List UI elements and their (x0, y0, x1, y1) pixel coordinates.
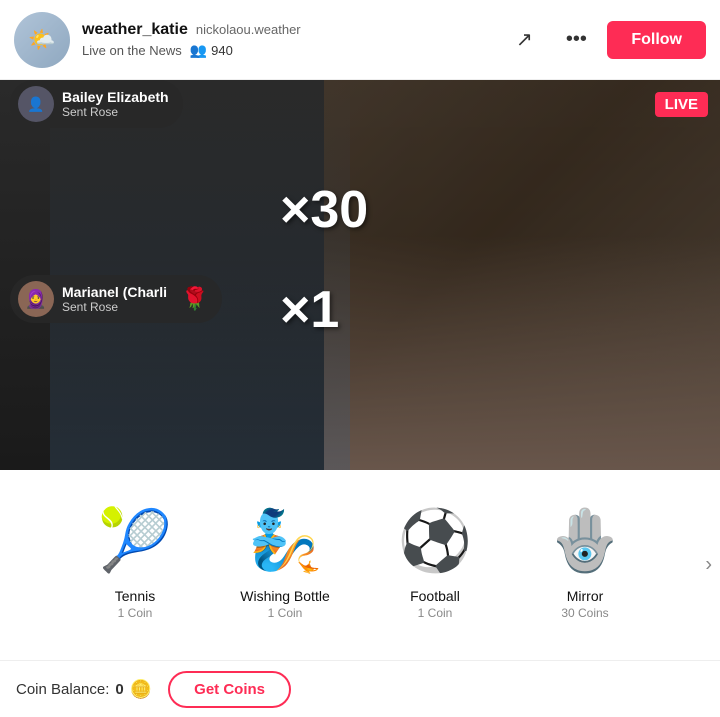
header-info: weather_katie nickolaou.weather Live on … (82, 21, 503, 59)
share-button[interactable]: ↗ (503, 19, 545, 61)
gift-icon-1: 🧞 (245, 500, 325, 580)
gift-item-1[interactable]: 🧞 Wishing Bottle 1 Coin (210, 490, 360, 630)
gift-panel: 🎾 Tennis 1 Coin 🧞 Wishing Bottle 1 Coin … (0, 470, 720, 660)
people-icon: 👥 (190, 42, 207, 59)
live-status: Live on the News (82, 43, 182, 58)
gift-cost-2: 1 Coin (418, 606, 453, 620)
gift-icon-3: 🪬 (545, 500, 625, 580)
notif2-name: Marianel (Charli (62, 284, 167, 300)
gift-cost-3: 30 Coins (561, 606, 608, 620)
username: weather_katie (82, 21, 188, 39)
gift-name-1: Wishing Bottle (240, 588, 329, 604)
gift-name-3: Mirror (567, 588, 604, 604)
viewer-count: 👥 940 (190, 42, 233, 59)
multiplier-30: ×30 (280, 180, 368, 240)
gift-notification-1: 👤 Bailey Elizabeth Sent Rose (10, 80, 183, 128)
header-actions: ↗ ••• Follow (503, 19, 706, 61)
notif2-action: Sent Rose (62, 300, 167, 314)
gift-cost-0: 1 Coin (118, 606, 153, 620)
more-button[interactable]: ••• (555, 19, 597, 61)
gift-items: 🎾 Tennis 1 Coin 🧞 Wishing Bottle 1 Coin … (10, 490, 710, 630)
notif1-name: Bailey Elizabeth (62, 89, 169, 105)
share-icon: ↗ (516, 27, 533, 52)
live-badge: LIVE (655, 92, 708, 117)
avatar: 🌤️ (14, 12, 70, 68)
stream-container: LIVE 👤 Bailey Elizabeth Sent Rose 🧕 Mari… (0, 80, 720, 470)
coin-icon: 🪙 (130, 679, 152, 700)
gift-item-2[interactable]: ⚽ Football 1 Coin (360, 490, 510, 630)
coin-count: 0 (115, 681, 123, 698)
rose-emoji: 🌹 (181, 286, 208, 312)
coin-balance-label: Coin Balance: (16, 681, 109, 698)
gift-notification-2: 🧕 Marianel (Charli Sent Rose 🌹 (10, 275, 222, 323)
header: 🌤️ weather_katie nickolaou.weather Live … (0, 0, 720, 80)
gift-name-2: Football (410, 588, 460, 604)
gift-item-0[interactable]: 🎾 Tennis 1 Coin (60, 490, 210, 630)
display-name: nickolaou.weather (196, 22, 301, 37)
notif1-action: Sent Rose (62, 105, 169, 119)
gift-icon-0: 🎾 (95, 500, 175, 580)
gift-item-3[interactable]: 🪬 Mirror 30 Coins (510, 490, 660, 630)
notif1-avatar: 👤 (18, 86, 54, 122)
gift-icon-2: ⚽ (395, 500, 475, 580)
follow-button[interactable]: Follow (607, 21, 706, 59)
more-icon: ••• (566, 28, 587, 51)
notif2-avatar: 🧕 (18, 281, 54, 317)
gift-name-0: Tennis (115, 588, 155, 604)
multiplier-1: ×1 (280, 280, 339, 340)
get-coins-button[interactable]: Get Coins (168, 671, 291, 708)
stream-scene (324, 80, 720, 470)
gift-panel-wrapper: 🎾 Tennis 1 Coin 🧞 Wishing Bottle 1 Coin … (0, 470, 720, 660)
footer: Coin Balance: 0 🪙 Get Coins (0, 660, 720, 717)
gift-cost-1: 1 Coin (268, 606, 303, 620)
gift-arrow-right[interactable]: › (705, 554, 712, 577)
